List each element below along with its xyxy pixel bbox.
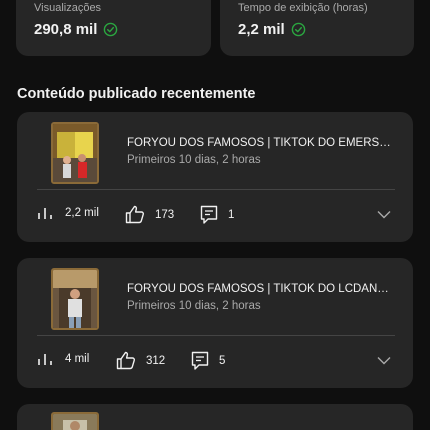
video-card[interactable]: FORYOU DOS FAMOSOS | TIKTOK DO LCDANCY!!… [17, 258, 413, 388]
section-title: Conteúdo publicado recentemente [17, 86, 256, 102]
stat-value-text: 290,8 mil [34, 21, 98, 38]
video-subtitle: Primeiros 10 dias, 2 horas [127, 154, 261, 166]
chevron-down-icon[interactable] [377, 356, 391, 365]
video-title[interactable]: FORYOU DOS FAMOSOS | TIKTOK DO LCDANCY!!… [127, 283, 397, 295]
stat-label: Tempo de exibição (horas) [238, 2, 368, 14]
divider [37, 189, 395, 190]
stat-value: 290,8 mil [34, 21, 118, 38]
comments-metric: 1 [200, 205, 234, 225]
video-subtitle: Primeiros 10 dias, 2 horas [127, 300, 261, 312]
video-title[interactable]: FORYOU DOS FAMOSOS | TIKTOK DO EMERSON E… [127, 137, 397, 149]
stat-value: 2,2 mil [238, 21, 306, 38]
stat-card-watch-time[interactable]: Tempo de exibição (horas) 2,2 mil [220, 0, 414, 56]
thumbnail-image [53, 414, 97, 430]
comments-count: 5 [219, 355, 226, 367]
comments-count: 1 [228, 209, 235, 221]
likes-count: 173 [155, 208, 175, 221]
views-metric: 2,2 mil [37, 205, 99, 221]
comment-icon [191, 351, 209, 370]
stat-label: Visualizações [34, 2, 102, 14]
video-thumbnail[interactable] [51, 268, 99, 330]
views-count: 4 mil [65, 353, 90, 365]
video-thumbnail[interactable] [51, 122, 99, 184]
thumb-up-icon [116, 351, 135, 370]
check-circle-icon [291, 22, 305, 37]
thumb-up-icon [125, 205, 144, 224]
views-metric: 4 mil [37, 351, 89, 367]
video-card[interactable] [17, 404, 413, 430]
stat-value-text: 2,2 mil [238, 21, 285, 38]
bar-chart-icon [38, 208, 52, 219]
comments-metric: 5 [191, 351, 225, 371]
likes-metric: 312 [116, 351, 165, 370]
thumbnail-image [53, 270, 97, 328]
views-count: 2,2 mil [65, 207, 99, 219]
likes-count: 312 [146, 354, 166, 367]
stat-card-views[interactable]: Visualizações 290,8 mil [16, 0, 211, 56]
bar-chart-icon [38, 354, 52, 365]
thumbnail-image [53, 124, 97, 182]
video-card[interactable]: FORYOU DOS FAMOSOS | TIKTOK DO EMERSON E… [17, 112, 413, 242]
likes-metric: 173 [125, 205, 174, 224]
check-circle-icon [104, 22, 118, 37]
comment-icon [200, 205, 218, 224]
divider [37, 335, 395, 336]
chevron-down-icon[interactable] [377, 210, 391, 219]
video-thumbnail[interactable] [51, 412, 99, 430]
